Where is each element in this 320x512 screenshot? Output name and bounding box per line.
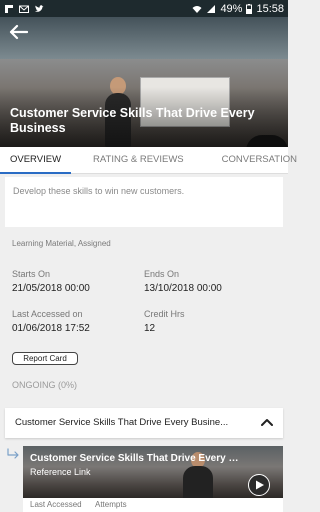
tab-conversation[interactable]: CONVERSATION (212, 147, 307, 174)
content-item-card[interactable]: Customer Service Skills That Drive Every… (23, 446, 283, 512)
starts-on-label: Starts On (12, 269, 51, 279)
content-item-type: Reference Link (30, 467, 91, 477)
tab-rating-reviews[interactable]: RATING & REVIEWS (83, 147, 194, 174)
course-description: Develop these skills to win new customer… (5, 177, 283, 227)
tab-overview[interactable]: OVERVIEW (0, 147, 72, 174)
battery-percent: 49% (220, 2, 243, 15)
sub-item-arrow-icon (7, 448, 19, 459)
battery-icon (246, 3, 253, 14)
status-bar: 49% 15:58 (0, 0, 288, 17)
last-accessed-label: Last Accessed on (12, 309, 83, 319)
play-button[interactable] (248, 474, 270, 496)
content-item-title: Customer Service Skills That Drive Every… (30, 453, 242, 464)
wifi-icon (192, 5, 202, 13)
credit-hrs-label: Credit Hrs (144, 309, 185, 319)
report-card-button[interactable]: Report Card (12, 352, 78, 365)
gmail-icon (19, 5, 29, 13)
thumbnail-person (183, 466, 213, 498)
arrow-left-icon[interactable] (8, 24, 28, 40)
tab-bar: OVERVIEW RATING & REVIEWS CONVERSATION (0, 147, 297, 174)
clock: 15:58 (256, 2, 284, 15)
ends-on-value: 13/10/2018 00:00 (144, 283, 222, 294)
chevron-up-icon[interactable] (261, 417, 273, 427)
content-section-title: Customer Service Skills That Drive Every… (15, 417, 229, 428)
course-meta: Learning Material, Assigned (12, 239, 111, 248)
flipboard-icon (5, 4, 13, 13)
content-section-header[interactable]: Customer Service Skills That Drive Every… (5, 408, 283, 438)
hero-ceiling (0, 17, 288, 59)
progress-status: ONGOING (0%) (12, 380, 78, 390)
content-item-last-accessed-label: Last Accessed (30, 500, 82, 509)
play-icon (256, 480, 264, 490)
content-item-attempts-label: Attempts (95, 500, 127, 509)
signal-icon (207, 4, 216, 13)
starts-on-value: 21/05/2018 00:00 (12, 283, 90, 294)
course-title: Customer Service Skills That Drive Every… (10, 106, 255, 135)
credit-hrs-value: 12 (144, 323, 156, 334)
twitter-icon (35, 4, 44, 12)
last-accessed-value: 01/06/2018 17:52 (12, 323, 90, 334)
ends-on-label: Ends On (144, 269, 180, 279)
